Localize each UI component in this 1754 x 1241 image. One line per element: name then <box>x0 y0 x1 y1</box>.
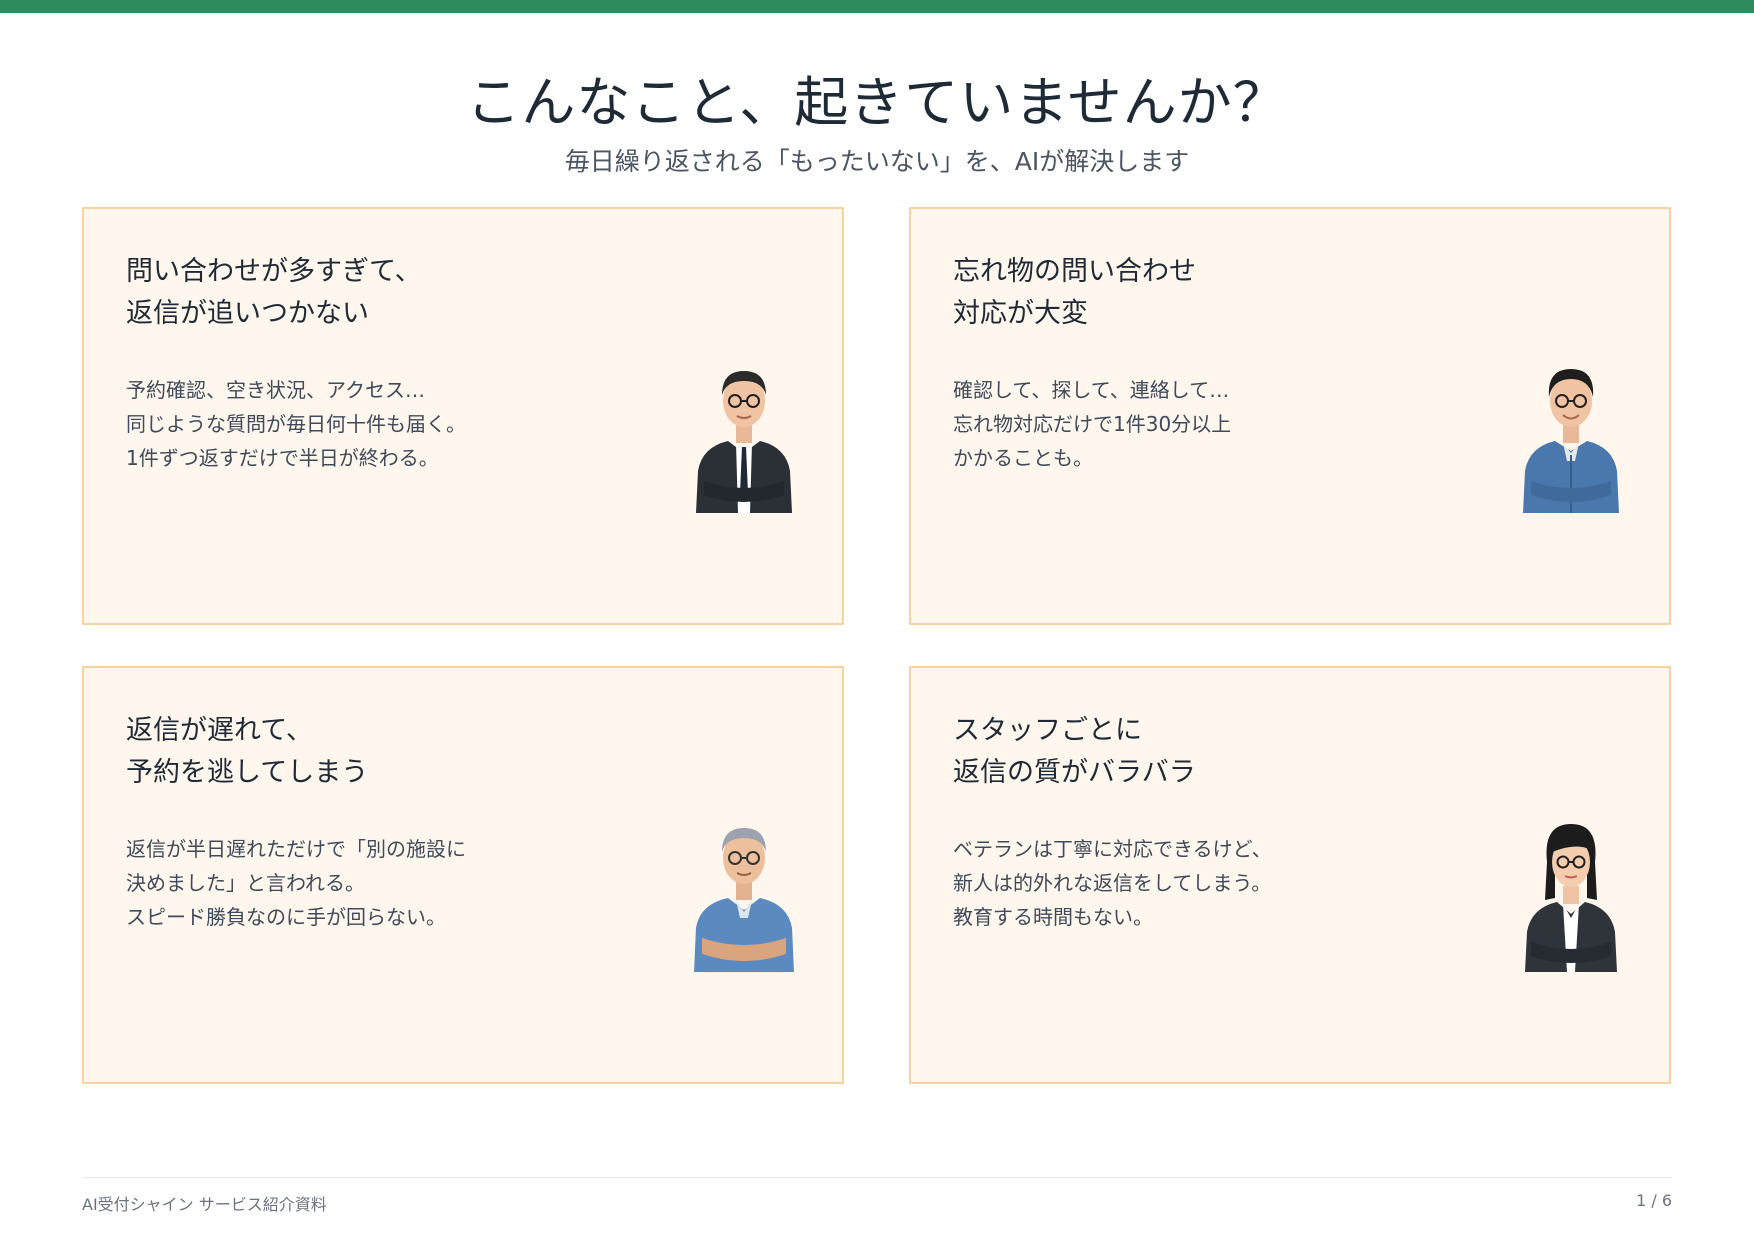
worker-blue-uniform-icon <box>1511 343 1631 513</box>
card-title: スタッフごとに 返信の質がバラバラ <box>953 710 1513 794</box>
card-title-line: 予約を逃してしまう <box>126 757 369 788</box>
businessman-suit-icon <box>684 343 804 513</box>
card-body-line: 教育する時間もない。 <box>953 905 1153 929</box>
problem-card-3: 返信が遅れて、 予約を逃してしまう 返信が半日遅れただけで「別の施設に 決めまし… <box>82 666 844 1084</box>
footer-divider <box>82 1177 1672 1178</box>
card-title-line: 忘れ物の問い合わせ <box>953 256 1196 287</box>
card-body-line: かかることも。 <box>953 446 1093 470</box>
card-title: 返信が遅れて、 予約を逃してしまう <box>126 710 686 794</box>
page-title: こんなこと、起きていませんか？ <box>466 71 1288 134</box>
card-body: 返信が半日遅れただけで「別の施設に 決めました」と言われる。 スピード勝負なのに… <box>126 832 646 934</box>
senior-worker-icon <box>684 802 804 972</box>
card-body-line: スピード勝負なのに手が回らない。 <box>126 905 446 929</box>
page-subtitle: 毎日繰り返される「もったいない」を、AIが解決します <box>564 147 1190 176</box>
card-title-line: スタッフごとに <box>953 715 1142 746</box>
card-body-line: 同じような質問が毎日何十件も届く。 <box>126 412 466 436</box>
card-body-line: ベテランは丁寧に対応できるけど、 <box>953 837 1272 861</box>
card-body: 予約確認、空き状況、アクセス… 同じような質問が毎日何十件も届く。 1件ずつ返す… <box>126 373 646 475</box>
card-body: 確認して、探して、連絡して… 忘れ物対応だけで1件30分以上 かかることも。 <box>953 373 1473 475</box>
problem-card-1: 問い合わせが多すぎて、 返信が追いつかない 予約確認、空き状況、アクセス… 同じ… <box>82 207 844 625</box>
card-body-line: 忘れ物対応だけで1件30分以上 <box>953 412 1232 436</box>
card-body-line: 予約確認、空き状況、アクセス… <box>126 378 425 402</box>
card-title-line: 問い合わせが多すぎて、 <box>126 256 422 287</box>
card-body-line: 1件ずつ返すだけで半日が終わる。 <box>126 446 439 470</box>
slide-page: こんなこと、起きていませんか？ 毎日繰り返される「もったいない」を、AIが解決し… <box>0 0 1754 1241</box>
card-title-line: 返信が遅れて、 <box>126 715 313 746</box>
card-title: 問い合わせが多すぎて、 返信が追いつかない <box>126 251 686 335</box>
card-title: 忘れ物の問い合わせ 対応が大変 <box>953 251 1513 335</box>
businesswoman-suit-icon <box>1511 802 1631 972</box>
problem-card-2: 忘れ物の問い合わせ 対応が大変 確認して、探して、連絡して… 忘れ物対応だけで1… <box>909 207 1671 625</box>
card-title-line: 対応が大変 <box>953 298 1088 329</box>
card-title-line: 返信が追いつかない <box>126 298 369 329</box>
card-body-line: 決めました」と言われる。 <box>126 871 365 895</box>
card-title-line: 返信の質がバラバラ <box>953 757 1196 788</box>
footer-document-title: AI受付シャイン サービス紹介資料 <box>82 1195 327 1214</box>
card-body-line: 確認して、探して、連絡して… <box>953 378 1230 402</box>
problem-card-4: スタッフごとに 返信の質がバラバラ ベテランは丁寧に対応できるけど、 新人は的外… <box>909 666 1671 1084</box>
card-body-line: 返信が半日遅れただけで「別の施設に <box>126 837 466 861</box>
card-body: ベテランは丁寧に対応できるけど、 新人は的外れな返信をしてしまう。 教育する時間… <box>953 832 1473 934</box>
page-number: 1 / 6 <box>1636 1191 1672 1210</box>
top-accent-bar <box>0 0 1754 13</box>
card-body-line: 新人は的外れな返信をしてしまう。 <box>953 871 1272 895</box>
